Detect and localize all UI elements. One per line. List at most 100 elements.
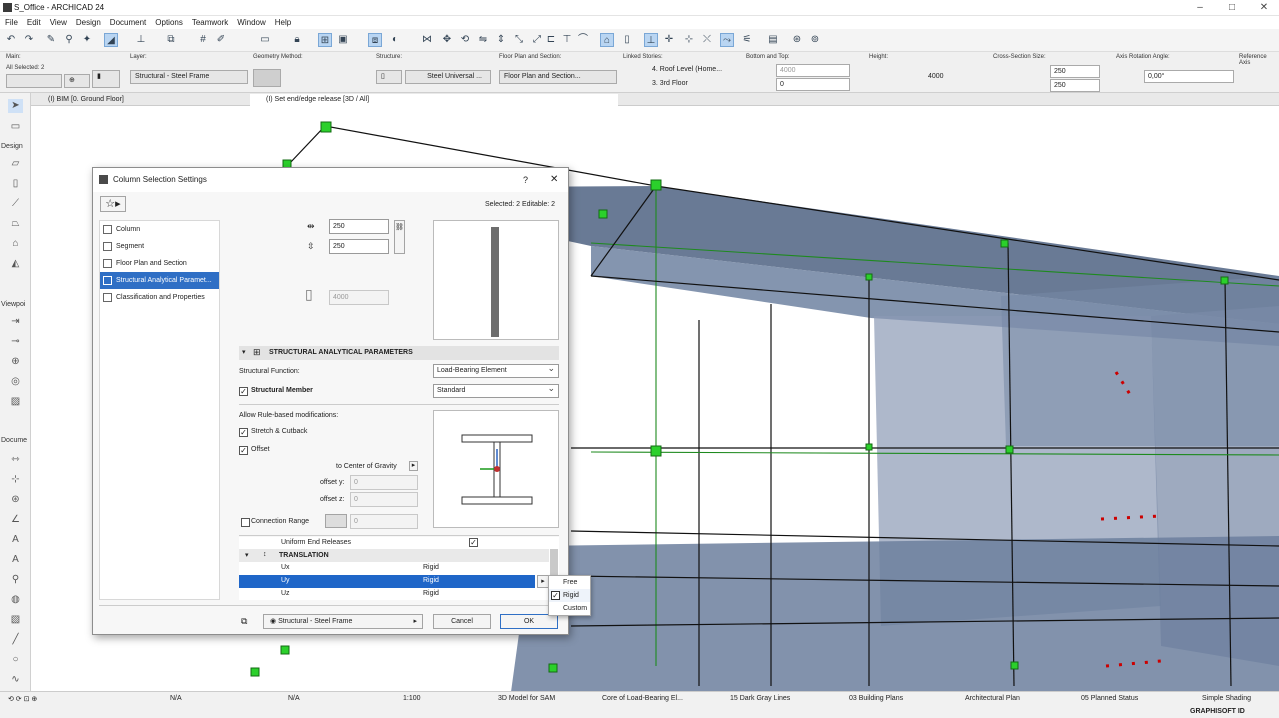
connection-range-icon[interactable] [325, 514, 347, 528]
analytical-icon[interactable]: ✛ [662, 33, 676, 47]
worksheet-tool-icon[interactable]: ◎ [8, 375, 23, 389]
tab-ground-floor[interactable]: (I) BIM [0. Ground Floor] [32, 94, 248, 106]
menu-file[interactable]: File [0, 16, 22, 27]
height-field[interactable]: 4000 [329, 290, 389, 305]
popup-item-rigid[interactable]: ✓ Rigid [549, 589, 590, 602]
marquee-tool-icon[interactable]: ▭ [8, 120, 23, 134]
minimize-button[interactable]: – [1190, 1, 1210, 15]
floorplan-select[interactable]: Floor Plan and Section... [499, 70, 617, 84]
anchor-button[interactable]: ⊕ [64, 74, 90, 88]
linked-top-story[interactable]: 4. Roof Level (Home... [652, 66, 722, 73]
status-arch-plan[interactable]: Architectural Plan [965, 695, 1020, 702]
uniform-checkbox[interactable]: ✓ [469, 538, 478, 547]
menu-options[interactable]: Options [150, 16, 187, 27]
layer-select[interactable]: Structural - Steel Frame [130, 70, 248, 84]
filter-icon[interactable]: ⧈ [368, 33, 382, 47]
nodes-icon[interactable]: ⊹ [682, 33, 696, 47]
orbit-icon[interactable]: ⊚ [808, 33, 822, 47]
text-tool-icon[interactable]: A [8, 533, 23, 547]
status-shading[interactable]: Simple Shading [1202, 695, 1251, 702]
explode-icon[interactable]: ▯ [620, 33, 634, 47]
redo-icon[interactable]: ↷ [22, 33, 36, 47]
resize-icon[interactable]: ⤢ [530, 33, 544, 47]
structural-view-icon[interactable]: ⊥ [644, 33, 658, 47]
menu-edit[interactable]: Edit [22, 16, 45, 27]
column-shape-button[interactable]: ▮ [92, 70, 120, 88]
popup-item-free[interactable]: Free [549, 576, 590, 589]
marker-tool-icon[interactable]: ⚲ [8, 573, 23, 587]
offset-y-field[interactable]: 0 [350, 475, 418, 490]
section-header[interactable]: ▾ ⊞ STRUCTURAL ANALYTICAL PARAMETERS [239, 346, 559, 360]
snap-icon[interactable]: ⊥ [134, 33, 148, 47]
structure-select[interactable]: Steel Universal ... [405, 70, 491, 84]
popup-item-custom[interactable]: Custom [549, 602, 590, 615]
grid-icon[interactable]: # [196, 33, 210, 47]
roof-tool-icon[interactable]: ⌂ [8, 237, 23, 251]
nav-structural-analytical[interactable]: Structural Analytical Paramet... [100, 272, 219, 289]
width-field[interactable]: 250 [329, 219, 389, 234]
rotate-icon[interactable]: ⟲ [458, 33, 472, 47]
status-core[interactable]: Core of Load-Bearing El... [602, 695, 683, 702]
status-na-2[interactable]: N/A [288, 695, 300, 702]
wall-tool-icon[interactable]: ▱ [8, 157, 23, 171]
pencil-icon[interactable]: ✐ [214, 33, 228, 47]
circle-tool-icon[interactable]: ○ [8, 653, 23, 667]
member-checkbox[interactable]: ✓ [239, 387, 248, 396]
label-tool-icon[interactable]: A [8, 553, 23, 567]
elevation-tool-icon[interactable]: ⊸ [8, 335, 23, 349]
geometry-method-button[interactable] [253, 69, 281, 87]
3d-cutaway-icon[interactable]: ⌂ [600, 33, 614, 47]
section-icon[interactable]: ⋈ [420, 33, 434, 47]
cross-width-field[interactable]: 250 [1050, 65, 1100, 78]
screen-icon[interactable]: ▤ [766, 33, 780, 47]
drag-icon[interactable]: ✥ [440, 33, 454, 47]
menu-design[interactable]: Design [71, 16, 105, 27]
cancel-button[interactable]: Cancel [433, 614, 491, 629]
fill-tool-icon[interactable]: ▧ [8, 613, 23, 627]
offset-z-field[interactable]: 0 [350, 492, 418, 507]
polyline-tool-icon[interactable]: ∿ [8, 673, 23, 687]
status-plans[interactable]: 03 Building Plans [849, 695, 903, 702]
member-select[interactable]: Standard [433, 382, 559, 398]
dimension-tool-icon[interactable]: ⇿ [8, 453, 23, 467]
marquee-icon[interactable]: ▭ [258, 33, 272, 47]
dialog-close-button[interactable]: ✕ [550, 174, 558, 185]
stretch-checkbox[interactable]: ✓ [239, 428, 248, 437]
lock-icon[interactable]: 🔒︎ [290, 33, 304, 47]
eyedropper-icon[interactable]: ✎ [44, 33, 58, 47]
slab-tool-icon[interactable]: ⏢ [8, 217, 23, 231]
maximize-button[interactable]: □ [1222, 1, 1242, 15]
function-select[interactable]: Load-Bearing Element [433, 362, 559, 378]
line-tool-icon[interactable]: ╱ [8, 633, 23, 647]
stretch-icon[interactable]: ⤡ [512, 33, 526, 47]
favorites-star-icon[interactable]: ☆▸ [100, 196, 126, 212]
undo-icon[interactable]: ↶ [4, 33, 18, 47]
beam-tool-icon[interactable]: ⟋ [8, 197, 23, 211]
status-planned[interactable]: 05 Planned Status [1081, 695, 1138, 702]
status-pens[interactable]: 15 Dark Gray Lines [730, 695, 790, 702]
detail-tool-icon[interactable]: ▨ [8, 395, 23, 409]
column-tool-icon[interactable]: ▯ [8, 177, 23, 191]
chain-link-icon[interactable]: ⛓ [394, 220, 405, 254]
nav-floor-plan[interactable]: Floor Plan and Section [100, 255, 219, 272]
tab-3d-view[interactable]: (I) Set end/edge release [3D / All] [250, 94, 618, 106]
graphisoft-id[interactable]: GRAPHISOFT ID [1190, 708, 1245, 715]
status-na-1[interactable]: N/A [170, 695, 182, 702]
adjust-icon[interactable]: ⌒ [576, 33, 590, 47]
mirror-icon[interactable]: ⇋ [476, 33, 490, 47]
nav-segment[interactable]: Segment [100, 238, 219, 255]
height-value[interactable]: 4000 [928, 73, 944, 80]
ok-button[interactable]: OK [500, 614, 558, 629]
nav-classification[interactable]: Classification and Properties [100, 289, 219, 306]
zone-tool-icon[interactable]: ◍ [8, 593, 23, 607]
interior-tool-icon[interactable]: ⊕ [8, 355, 23, 369]
status-tool-icons[interactable]: ⟲ ⟳ ⊡ ⊕ [8, 695, 37, 703]
suspend-groups-icon[interactable]: ⊞ [318, 33, 332, 47]
offset-checkbox[interactable]: ✓ [239, 446, 248, 455]
offset-icon[interactable]: ⊏ [544, 33, 558, 47]
table-row-uy[interactable]: Uy Rigid [239, 575, 535, 588]
element-settings-button[interactable] [6, 74, 62, 88]
syringe-icon[interactable]: ⚲ [62, 33, 76, 47]
structure-type-button[interactable]: ▯ [376, 70, 402, 84]
table-row-uz[interactable]: Uz Rigid [239, 588, 549, 600]
